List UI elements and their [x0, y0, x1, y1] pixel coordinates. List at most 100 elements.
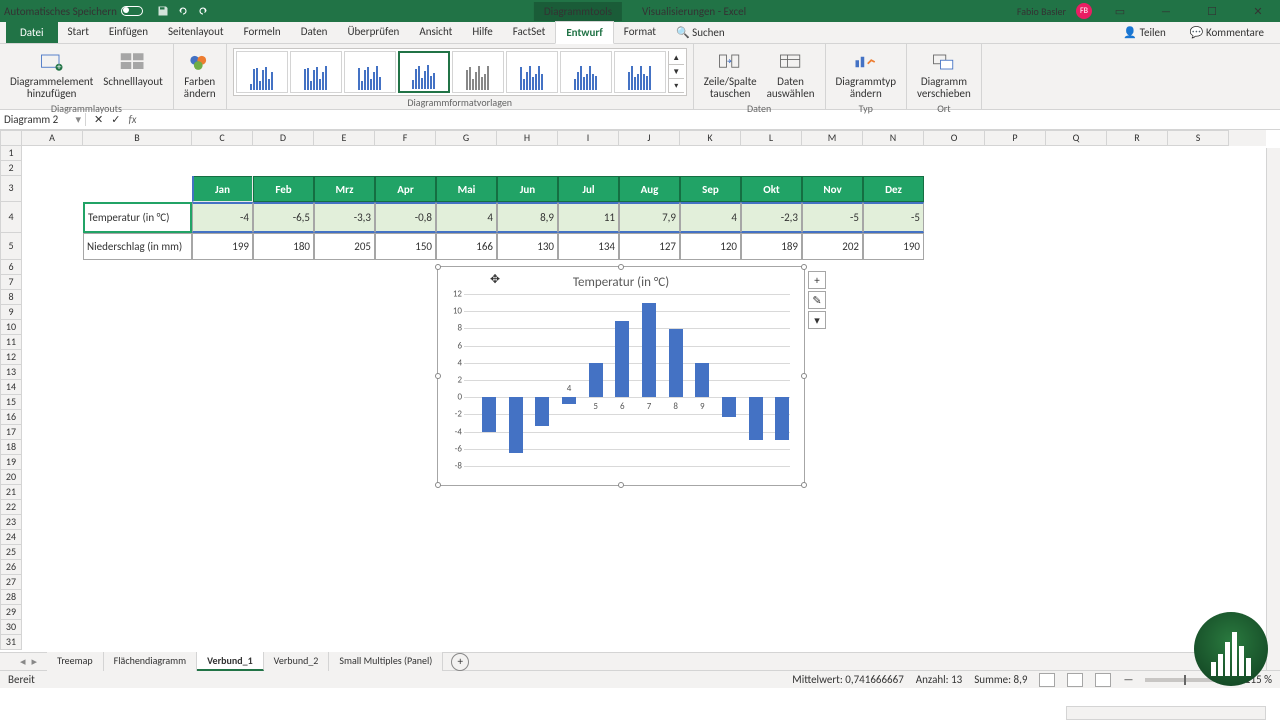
row-header[interactable]: 26: [0, 560, 22, 575]
name-box[interactable]: Diagramm 2▾: [0, 113, 86, 126]
cell[interactable]: 130: [497, 233, 558, 260]
vertical-scrollbar[interactable]: [1266, 148, 1280, 670]
move-chart-button[interactable]: Diagramm verschieben: [913, 48, 975, 102]
chart-style-option[interactable]: [398, 51, 450, 93]
column-header[interactable]: J: [619, 130, 680, 146]
autosave-toggle[interactable]: Automatisches Speichern: [4, 5, 143, 18]
column-header[interactable]: Q: [1046, 130, 1107, 146]
select-data-button[interactable]: Daten auswählen: [763, 48, 819, 102]
column-header[interactable]: R: [1107, 130, 1168, 146]
close-icon[interactable]: ✕: [1240, 0, 1276, 22]
column-header[interactable]: E: [314, 130, 375, 146]
column-header[interactable]: O: [924, 130, 985, 146]
row-header[interactable]: 28: [0, 590, 22, 605]
column-header[interactable]: N: [863, 130, 924, 146]
chart-bar[interactable]: [695, 363, 709, 397]
row-header[interactable]: 23: [0, 515, 22, 530]
chart-styles-gallery[interactable]: ▲▼▾: [233, 48, 687, 96]
cell[interactable]: 120: [680, 233, 741, 260]
sheet-tab[interactable]: Small Multiples (Panel): [329, 652, 443, 671]
zoom-out-button[interactable]: —: [1123, 673, 1133, 686]
cell[interactable]: -3,3: [314, 202, 375, 233]
chart-style-option[interactable]: [236, 51, 288, 93]
cell[interactable]: -6,5: [253, 202, 314, 233]
row-header[interactable]: 25: [0, 545, 22, 560]
tab-format[interactable]: Format: [614, 21, 666, 43]
chart-styles-button[interactable]: ✎: [808, 291, 826, 309]
sheet-tab[interactable]: Verbund_2: [264, 652, 330, 671]
row-header[interactable]: 13: [0, 365, 22, 380]
switch-row-column-button[interactable]: Zeile/Spalte tauschen: [700, 48, 761, 102]
zoom-slider[interactable]: [1145, 678, 1215, 682]
cell[interactable]: Temperatur (in °C): [83, 202, 192, 233]
chart-style-option[interactable]: [560, 51, 612, 93]
cell[interactable]: -2,3: [741, 202, 802, 233]
cell[interactable]: Mrz: [314, 176, 375, 202]
row-header[interactable]: 14: [0, 380, 22, 395]
cell[interactable]: Nov: [802, 176, 863, 202]
column-header[interactable]: G: [436, 130, 497, 146]
cell[interactable]: 127: [619, 233, 680, 260]
gallery-more-icon[interactable]: ▾: [669, 79, 684, 93]
column-header[interactable]: I: [558, 130, 619, 146]
chart-bar[interactable]: [482, 397, 496, 431]
column-header[interactable]: F: [375, 130, 436, 146]
column-header[interactable]: P: [985, 130, 1046, 146]
tab-einfügen[interactable]: Einfügen: [99, 21, 158, 43]
row-header[interactable]: 20: [0, 470, 22, 485]
change-chart-type-button[interactable]: Diagrammtyp ändern: [832, 48, 901, 102]
save-icon[interactable]: [157, 5, 169, 17]
chart-style-option[interactable]: [506, 51, 558, 93]
chart-style-option[interactable]: [452, 51, 504, 93]
cell[interactable]: -0,8: [375, 202, 436, 233]
row-header[interactable]: 6: [0, 260, 22, 275]
chart-filters-button[interactable]: ▾: [808, 311, 826, 329]
row-header[interactable]: 29: [0, 605, 22, 620]
undo-icon[interactable]: [177, 5, 189, 17]
cell[interactable]: 4: [680, 202, 741, 233]
row-header[interactable]: 15: [0, 395, 22, 410]
gallery-down-icon[interactable]: ▼: [669, 65, 684, 79]
row-header[interactable]: 11: [0, 335, 22, 350]
tab-entwurf[interactable]: Entwurf: [555, 21, 613, 44]
cell[interactable]: -5: [863, 202, 924, 233]
tab-formeln[interactable]: Formeln: [234, 21, 291, 43]
chart-bar[interactable]: [535, 397, 549, 425]
column-header[interactable]: C: [192, 130, 253, 146]
quick-layout-button[interactable]: Schnelllayout: [99, 48, 167, 90]
row-header[interactable]: 18: [0, 440, 22, 455]
cell[interactable]: Jun: [497, 176, 558, 202]
sheet-nav-next-icon[interactable]: ▸: [32, 655, 38, 668]
chart-bar[interactable]: [615, 321, 629, 398]
chart-style-option[interactable]: [344, 51, 396, 93]
avatar[interactable]: FB: [1076, 3, 1092, 19]
cell[interactable]: 189: [741, 233, 802, 260]
cell[interactable]: -4: [192, 202, 253, 233]
column-header[interactable]: D: [253, 130, 314, 146]
row-header[interactable]: 22: [0, 500, 22, 515]
cell[interactable]: 7,9: [619, 202, 680, 233]
row-header[interactable]: 5: [0, 233, 22, 260]
row-header[interactable]: 12: [0, 350, 22, 365]
cell[interactable]: Okt: [741, 176, 802, 202]
chart-bar[interactable]: [722, 397, 736, 417]
chart-style-option[interactable]: [614, 51, 666, 93]
column-header[interactable]: L: [741, 130, 802, 146]
sheet-nav-prev-icon[interactable]: ◂: [20, 655, 26, 668]
column-header[interactable]: M: [802, 130, 863, 146]
column-header[interactable]: B: [83, 130, 192, 146]
add-sheet-button[interactable]: +: [451, 653, 469, 671]
sheet-tab[interactable]: Flächendiagramm: [104, 652, 198, 671]
column-header[interactable]: A: [22, 130, 83, 146]
row-header[interactable]: 2: [0, 161, 22, 176]
tab-hilfe[interactable]: Hilfe: [462, 21, 502, 43]
tab-überprüfen[interactable]: Überprüfen: [337, 21, 409, 43]
maximize-icon[interactable]: ☐: [1194, 0, 1230, 22]
sheet-tab[interactable]: Verbund_1: [197, 652, 264, 671]
cell[interactable]: 205: [314, 233, 375, 260]
chart-bar[interactable]: [562, 397, 576, 404]
ribbon-options-icon[interactable]: ▭: [1102, 0, 1138, 22]
redo-icon[interactable]: [197, 5, 209, 17]
chart-plot-area[interactable]: 121086420-2-4-6-8 456789: [464, 294, 790, 466]
chart-bar[interactable]: [669, 329, 683, 397]
